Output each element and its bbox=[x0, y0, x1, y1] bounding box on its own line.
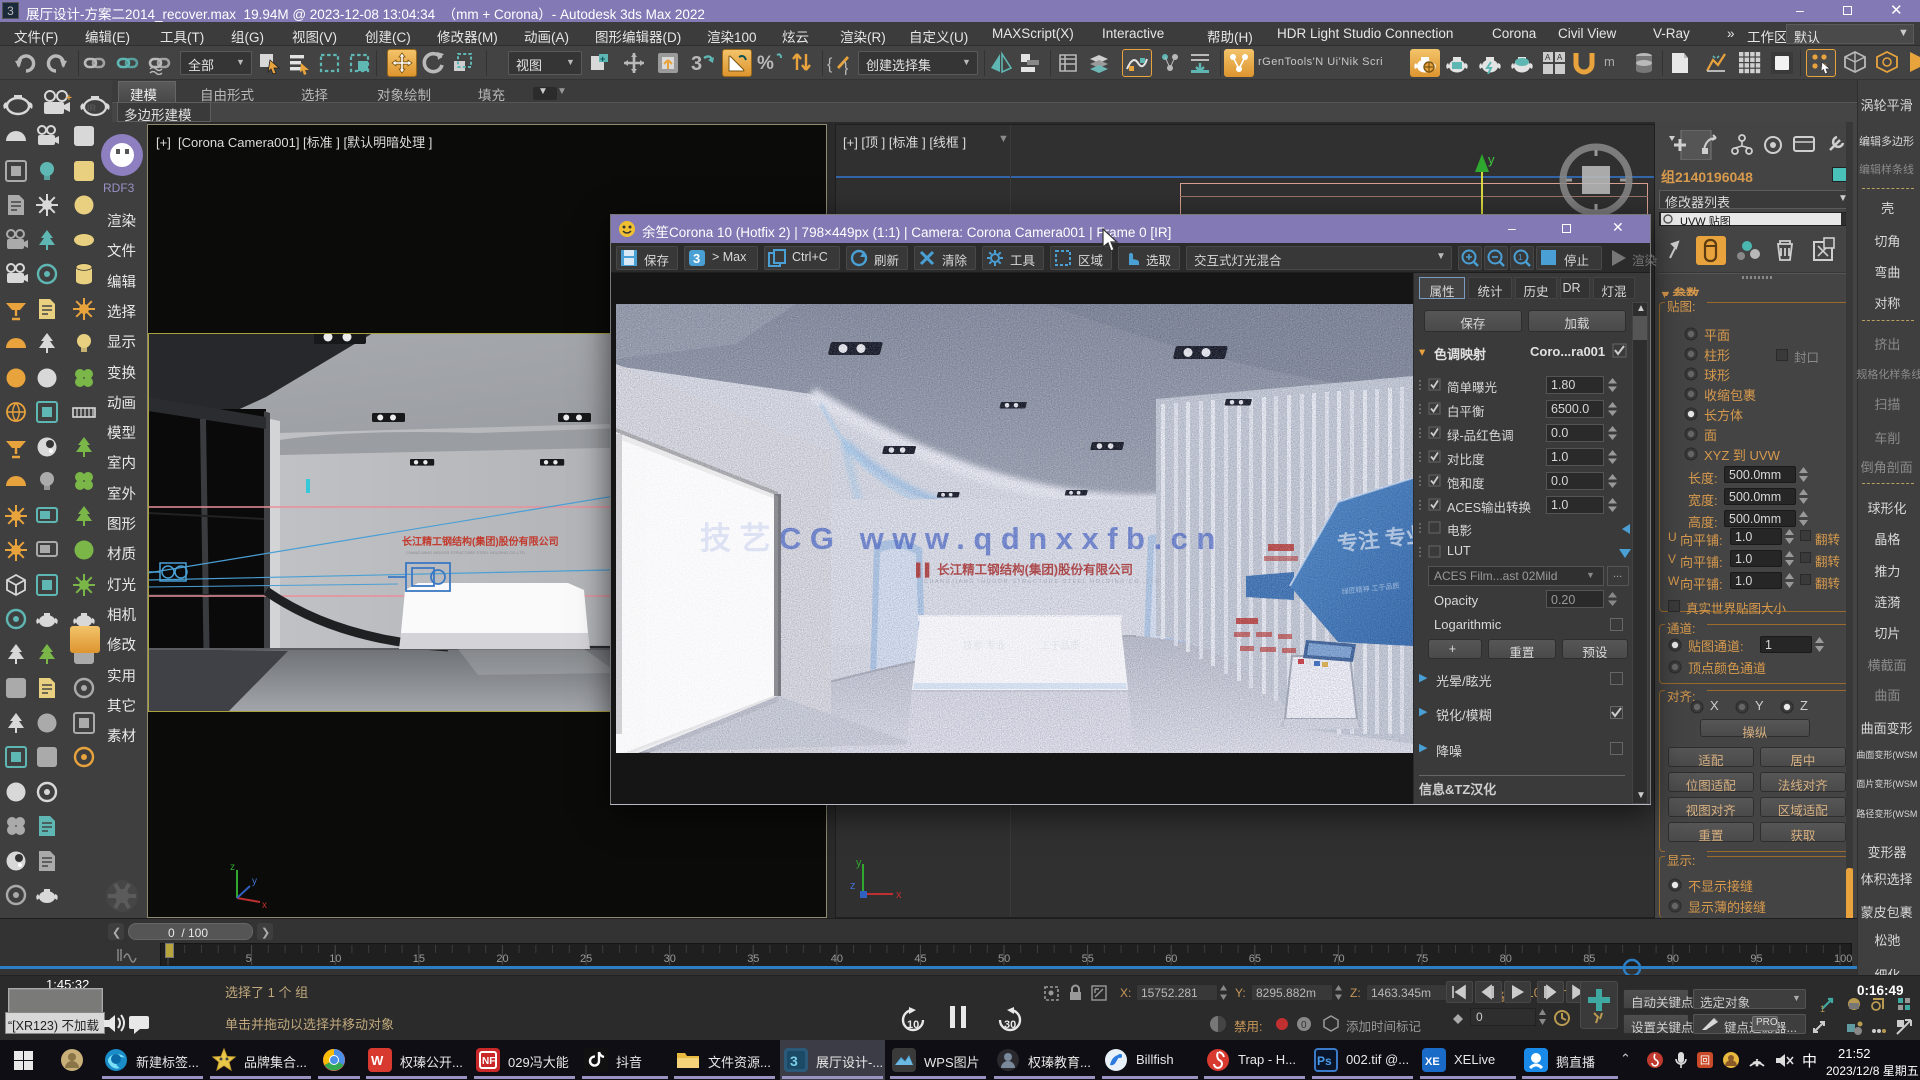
svg-text:35: 35 bbox=[747, 953, 759, 965]
svg-text:y: y bbox=[252, 876, 257, 887]
svg-text:20: 20 bbox=[496, 953, 508, 965]
svg-text:+: + bbox=[66, 93, 72, 104]
svg-text:z: z bbox=[230, 862, 235, 873]
svg-text:y: y bbox=[1488, 152, 1495, 167]
svg-text:25: 25 bbox=[580, 953, 592, 965]
svg-text:30: 30 bbox=[664, 953, 676, 965]
svg-text:30: 30 bbox=[1004, 1019, 1016, 1031]
svg-text:}: } bbox=[843, 60, 849, 75]
svg-text:XE: XE bbox=[1425, 1056, 1440, 1068]
svg-text:1: 1 bbox=[1820, 1004, 1825, 1013]
svg-text:15: 15 bbox=[413, 953, 425, 965]
svg-text:45: 45 bbox=[914, 953, 926, 965]
svg-text:90: 90 bbox=[1667, 953, 1679, 965]
svg-text:60: 60 bbox=[1165, 953, 1177, 965]
svg-text:+: + bbox=[600, 54, 605, 64]
svg-text:80: 80 bbox=[1500, 953, 1512, 965]
svg-text:1: 1 bbox=[1518, 253, 1523, 262]
svg-text:x: x bbox=[896, 889, 902, 901]
svg-text:100: 100 bbox=[1834, 953, 1852, 965]
svg-text:10: 10 bbox=[329, 953, 341, 965]
svg-text:IR: IR bbox=[87, 103, 97, 113]
svg-text:5: 5 bbox=[246, 953, 252, 965]
svg-text:3: 3 bbox=[691, 53, 702, 75]
svg-text:95: 95 bbox=[1750, 953, 1762, 965]
svg-text:85: 85 bbox=[1583, 953, 1595, 965]
svg-text:y: y bbox=[856, 857, 862, 869]
svg-text:55: 55 bbox=[1082, 953, 1094, 965]
svg-text:{: { bbox=[827, 56, 833, 73]
svg-text:10: 10 bbox=[907, 1019, 919, 1031]
svg-text:回: 回 bbox=[1700, 1055, 1710, 1067]
svg-text:50: 50 bbox=[998, 953, 1010, 965]
svg-text:NF: NF bbox=[482, 1056, 495, 1067]
svg-text:A: A bbox=[1557, 53, 1563, 62]
svg-text:3: 3 bbox=[790, 1053, 798, 1069]
svg-text:x: x bbox=[262, 900, 267, 908]
svg-text:40: 40 bbox=[831, 953, 843, 965]
svg-text:z: z bbox=[850, 880, 856, 892]
svg-text:W: W bbox=[371, 1053, 384, 1068]
svg-text:A: A bbox=[1545, 53, 1551, 62]
svg-text:65: 65 bbox=[1249, 953, 1261, 965]
svg-text:%: % bbox=[757, 53, 774, 74]
svg-text:70: 70 bbox=[1332, 953, 1344, 965]
svg-text:75: 75 bbox=[1416, 953, 1428, 965]
svg-text:Ps: Ps bbox=[1317, 1054, 1332, 1068]
svg-text:0: 0 bbox=[1301, 1020, 1307, 1031]
svg-text:3: 3 bbox=[693, 251, 700, 266]
